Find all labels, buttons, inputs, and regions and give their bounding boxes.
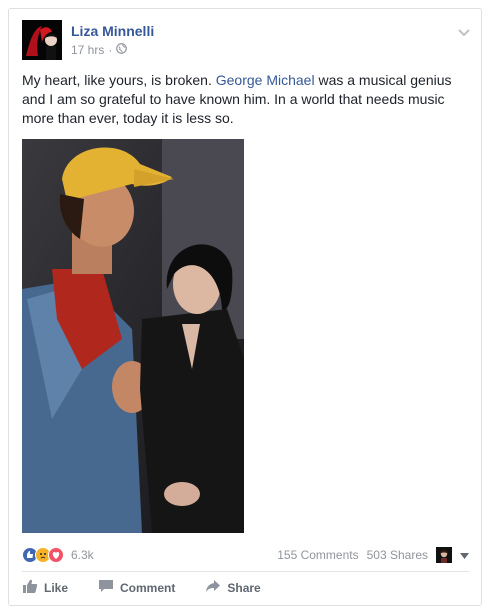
chevron-down-icon[interactable]: [457, 25, 471, 37]
reactions-summary[interactable]: 6.3k: [22, 547, 94, 563]
post-text: My heart, like yours, is broken. George …: [22, 71, 470, 128]
post-card: Liza Minnelli 17 hrs · My heart, like yo…: [8, 8, 482, 606]
like-button[interactable]: Like: [22, 578, 68, 597]
share-button[interactable]: Share: [205, 578, 261, 597]
globe-icon: [116, 43, 128, 57]
actions-divider: [22, 571, 469, 572]
post-stats: 155 Comments 503 Shares: [277, 547, 469, 563]
shares-count[interactable]: 503 Shares: [367, 548, 428, 562]
post-timestamp[interactable]: 17 hrs: [71, 43, 104, 57]
reaction-icons: [22, 547, 64, 563]
audience-dropdown-icon[interactable]: [460, 548, 469, 562]
share-icon: [205, 578, 221, 597]
post-text-part: My heart, like yours, is broken.: [22, 72, 216, 88]
comments-count[interactable]: 155 Comments: [277, 548, 358, 562]
comment-label: Comment: [120, 580, 176, 595]
post-photo[interactable]: [22, 139, 244, 533]
comment-icon: [98, 578, 114, 597]
comment-button[interactable]: Comment: [98, 578, 175, 597]
like-label: Like: [44, 580, 69, 595]
post-actions: Like Comment Share: [22, 578, 261, 597]
reactions-count[interactable]: 6.3k: [71, 548, 94, 562]
viewer-avatar[interactable]: [436, 547, 452, 563]
author-name[interactable]: Liza Minnelli: [71, 23, 154, 39]
love-reaction-icon: [48, 547, 64, 563]
author-avatar[interactable]: [22, 20, 62, 60]
share-label: Share: [227, 580, 261, 595]
like-icon: [22, 578, 38, 597]
meta-separator: ·: [108, 43, 113, 57]
mention-link[interactable]: George Michael: [216, 72, 315, 88]
post-meta: 17 hrs ·: [71, 43, 128, 57]
